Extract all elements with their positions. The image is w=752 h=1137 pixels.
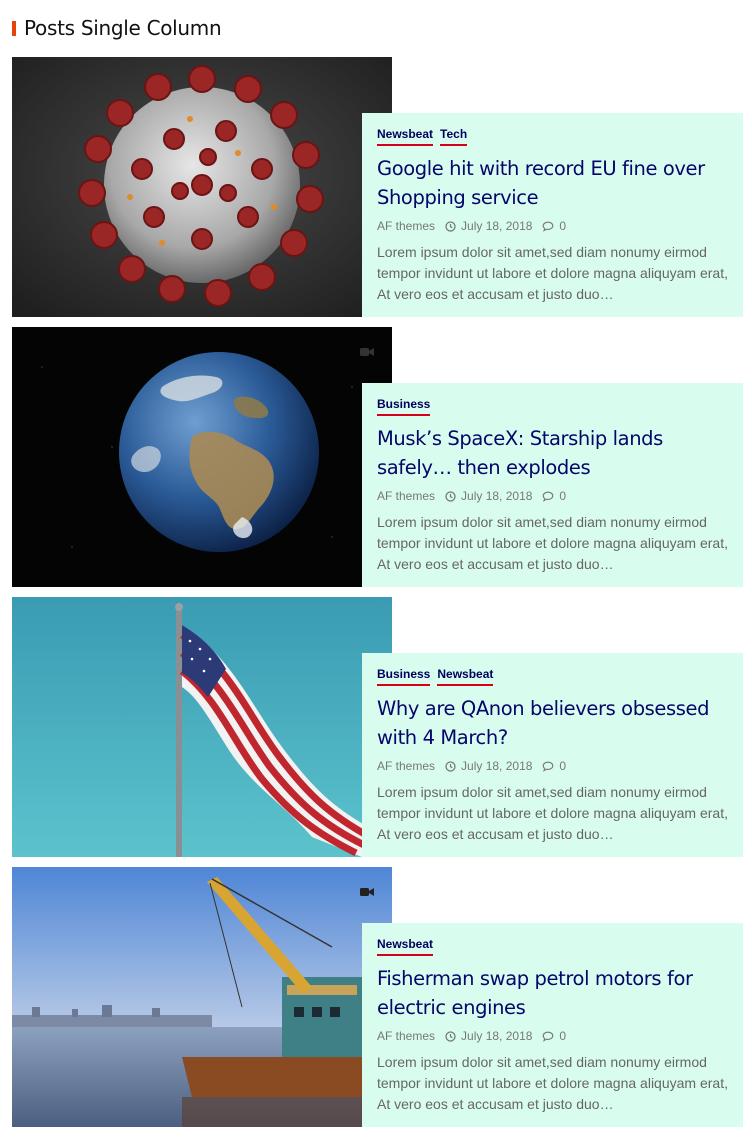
category-link[interactable]: Newsbeat xyxy=(377,937,434,956)
post-title-link[interactable]: Google hit with record EU fine over Shop… xyxy=(377,154,728,212)
post-excerpt: Lorem ipsum dolor sit amet,sed diam nonu… xyxy=(377,784,728,842)
us-flag-image xyxy=(12,597,392,857)
crane-boat-image xyxy=(12,867,392,1127)
post-thumbnail-link[interactable] xyxy=(12,867,392,1127)
video-camera-icon xyxy=(360,348,374,356)
post-date-link[interactable]: July 18, 2018 xyxy=(461,219,532,233)
post-item: Business Newsbeat Why are QAnon believer… xyxy=(12,597,743,857)
post-item: Newsbeat Tech Google hit with record EU … xyxy=(12,57,743,317)
post-author-link[interactable]: AF themes xyxy=(377,489,435,503)
post-thumbnail-link[interactable] xyxy=(12,327,392,587)
clock-icon xyxy=(445,760,456,772)
post-comments-count[interactable]: 0 xyxy=(559,1029,566,1043)
post-comments-count[interactable]: 0 xyxy=(559,489,566,503)
category-link[interactable]: Business xyxy=(377,667,431,686)
post-title-link[interactable]: Musk’s SpaceX: Starship lands safely… th… xyxy=(377,424,728,482)
clock-icon xyxy=(445,490,456,502)
comment-icon xyxy=(542,491,554,502)
post-categories: Business Newsbeat xyxy=(377,667,728,689)
post-categories: Newsbeat xyxy=(377,937,728,959)
post-meta: AF themes July 18, 2018 0 xyxy=(377,488,728,504)
post-card: Business Newsbeat Why are QAnon believer… xyxy=(362,653,743,857)
post-date-link[interactable]: July 18, 2018 xyxy=(461,1029,532,1043)
post-item: Business Musk’s SpaceX: Starship lands s… xyxy=(12,327,743,587)
post-meta: AF themes July 18, 2018 0 xyxy=(377,758,728,774)
post-card: Newsbeat Fisherman swap petrol motors fo… xyxy=(362,923,743,1127)
post-categories: Newsbeat Tech xyxy=(377,127,728,149)
post-title-link[interactable]: Fisherman swap petrol motors for electri… xyxy=(377,964,728,1022)
post-title-link[interactable]: Why are QAnon believers obsessed with 4 … xyxy=(377,694,728,752)
comment-icon xyxy=(542,221,554,232)
post-author-link[interactable]: AF themes xyxy=(377,219,435,233)
comment-icon xyxy=(542,761,554,772)
post-meta: AF themes July 18, 2018 0 xyxy=(377,218,728,234)
post-card: Business Musk’s SpaceX: Starship lands s… xyxy=(362,383,743,587)
post-excerpt: Lorem ipsum dolor sit amet,sed diam nonu… xyxy=(377,514,728,572)
clock-icon xyxy=(445,1030,456,1042)
post-card: Newsbeat Tech Google hit with record EU … xyxy=(362,113,743,317)
clock-icon xyxy=(445,220,456,232)
category-link[interactable]: Newsbeat xyxy=(437,667,494,686)
post-categories: Business xyxy=(377,397,728,419)
video-camera-icon xyxy=(360,888,374,896)
post-comments-count[interactable]: 0 xyxy=(559,759,566,773)
category-link[interactable]: Newsbeat xyxy=(377,127,434,146)
earth-image xyxy=(12,327,392,587)
post-date-link[interactable]: July 18, 2018 xyxy=(461,759,532,773)
post-meta: AF themes July 18, 2018 0 xyxy=(377,1028,728,1044)
post-author-link[interactable]: AF themes xyxy=(377,759,435,773)
post-excerpt: Lorem ipsum dolor sit amet,sed diam nonu… xyxy=(377,1054,728,1112)
category-link[interactable]: Business xyxy=(377,397,431,416)
post-thumbnail-link[interactable] xyxy=(12,597,392,857)
section-title: Posts Single Column xyxy=(24,16,222,40)
section-title-accent-bar xyxy=(12,20,16,36)
category-link[interactable]: Tech xyxy=(440,127,468,146)
comment-icon xyxy=(542,1031,554,1042)
section-header: Posts Single Column xyxy=(12,14,222,42)
post-comments-count[interactable]: 0 xyxy=(559,219,566,233)
post-excerpt: Lorem ipsum dolor sit amet,sed diam nonu… xyxy=(377,244,728,302)
post-item: Newsbeat Fisherman swap petrol motors fo… xyxy=(12,867,743,1127)
post-date-link[interactable]: July 18, 2018 xyxy=(461,489,532,503)
coronavirus-image xyxy=(12,57,392,317)
post-thumbnail-link[interactable] xyxy=(12,57,392,317)
post-author-link[interactable]: AF themes xyxy=(377,1029,435,1043)
